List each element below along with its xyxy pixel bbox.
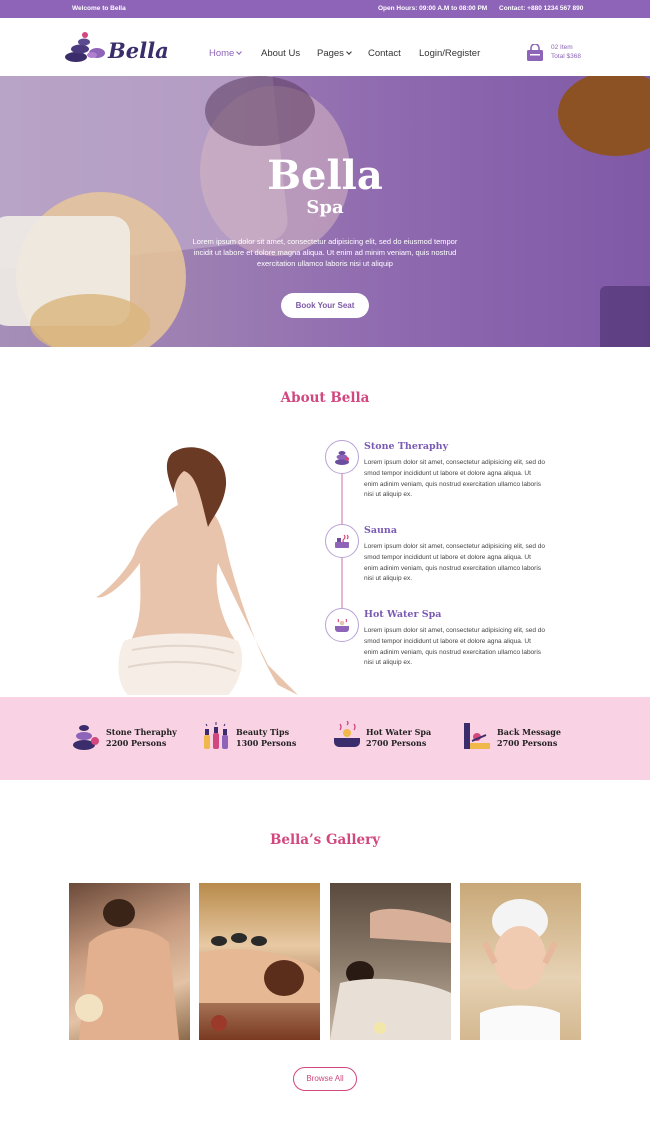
nav-about-us[interactable]: About Us — [261, 48, 300, 59]
nav-home-label: Home — [209, 48, 235, 59]
stat-title: Hot Water Spa — [366, 727, 432, 737]
cart-total: Total $368 — [551, 53, 581, 60]
facial-photo-icon — [480, 899, 560, 1040]
stat-count: 2700 Persons — [497, 738, 558, 748]
top-bar: Welcome to Bella Open Hours: 09:00 A.M t… — [0, 0, 650, 18]
nav-contact-label: Contact — [368, 48, 401, 59]
logo-text[interactable]: Bella — [108, 38, 169, 63]
chevron-down-icon — [236, 49, 243, 55]
header: Bella Home About Us Pages Contact Login/… — [0, 18, 650, 76]
cart-items: 02 Item — [551, 44, 573, 51]
gallery-image[interactable] — [69, 883, 190, 1040]
nav-pages[interactable]: Pages — [317, 48, 352, 59]
stat-count: 1300 Persons — [236, 738, 297, 748]
stat-item: Back Message 2700 Persons — [497, 727, 561, 749]
about-item-title: Hot Water Spa — [364, 609, 442, 620]
hot-water-spa-icon — [325, 608, 359, 642]
stat-title: Beauty Tips — [236, 727, 290, 737]
hero-brown-circle — [558, 76, 650, 156]
contact-phone-text[interactable]: Contact: +880 1234 567 890 — [499, 5, 583, 12]
nav-login-register[interactable]: Login/Register — [419, 48, 480, 59]
about-item-text: Lorem ipsum dolor sit amet, consectetur … — [364, 543, 546, 583]
hero-title: Bella — [267, 152, 383, 199]
sauna-icon — [325, 524, 359, 558]
gallery-image[interactable] — [460, 883, 581, 1040]
welcome-text: Welcome to Bella — [72, 5, 126, 12]
hero-bowl — [30, 294, 150, 347]
stat-count: 2200 Persons — [106, 738, 167, 748]
stat-item: Beauty Tips 1300 Persons — [236, 727, 296, 749]
book-your-seat-button[interactable]: Book Your Seat — [281, 293, 369, 318]
about-item-text: Lorem ipsum dolor sit amet, consectetur … — [364, 627, 546, 667]
stat-item: Stone Theraphy 2200 Persons — [106, 727, 177, 749]
gallery-image[interactable] — [330, 883, 451, 1040]
about-item-text: Lorem ipsum dolor sit amet, consectetur … — [364, 459, 546, 499]
massage-table-icon — [464, 723, 490, 749]
stats-band: Stone Theraphy 2200 Persons Beauty Tips … — [0, 697, 650, 780]
massage-photo-icon — [75, 899, 179, 1040]
stat-title: Back Message — [497, 727, 561, 737]
chevron-down-icon — [346, 49, 352, 55]
cart-summary[interactable]: 02 Item Total $368 — [551, 43, 581, 61]
nail-polish-icon — [204, 722, 228, 749]
about-title: About Bella — [280, 390, 370, 406]
shopping-bag-icon[interactable] — [525, 44, 545, 62]
hot-stone-photo-icon — [199, 933, 320, 1031]
hero-description: Lorem ipsum dolor sit amet, consectetur … — [192, 237, 458, 268]
nav-pages-label: Pages — [317, 48, 344, 59]
stat-count: 2700 Persons — [366, 738, 427, 748]
open-hours-text: Open Hours: 09:00 A.M to 08:00 PM — [378, 5, 488, 12]
nav-login-label: Login/Register — [419, 48, 481, 59]
about-item-title: Stone Theraphy — [364, 441, 449, 452]
woman-back-image — [96, 447, 298, 695]
stones-icon — [73, 725, 99, 750]
nav-contact[interactable]: Contact — [368, 48, 401, 59]
stat-title: Stone Theraphy — [106, 727, 177, 737]
about-item-title: Sauna — [364, 525, 397, 536]
nav-about-label: About Us — [261, 48, 301, 59]
hot-water-spa-icon — [334, 721, 360, 747]
hero-dark-corner — [600, 286, 650, 347]
hero-banner: Bella Spa Lorem ipsum dolor sit amet, co… — [0, 76, 650, 347]
spa-relax-photo-icon — [330, 908, 451, 1040]
nav-home[interactable]: Home — [209, 48, 243, 59]
gallery-image[interactable] — [199, 883, 320, 1040]
browse-all-button[interactable]: Browse All — [293, 1067, 357, 1091]
stat-item: Hot Water Spa 2700 Persons — [366, 727, 431, 749]
stones-icon — [325, 440, 359, 474]
hero-hair-shape — [205, 76, 315, 146]
hero-subtitle: Spa — [306, 197, 344, 218]
gallery-title: Bella’s Gallery — [269, 832, 381, 848]
